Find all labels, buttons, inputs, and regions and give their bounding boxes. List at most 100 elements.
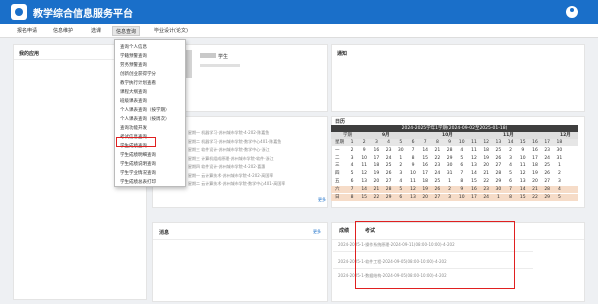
calendar-day-cell: 12 <box>471 155 477 161</box>
calendar-week-number: 11 <box>471 140 477 145</box>
calendar-day-cell: 9 <box>460 186 464 192</box>
calendar-day-cell: 24 <box>544 155 551 161</box>
calendar-day-cell: 14 <box>422 147 429 153</box>
nav-item-info-query[interactable]: 信息查询 <box>112 26 141 36</box>
calendar-day-cell: 3 <box>509 155 513 161</box>
dropdown-item[interactable]: 学生成绩总表打印 <box>120 179 156 185</box>
calendar-day-cell: 13 <box>410 194 416 200</box>
calendar-day-cell: 27 <box>544 179 551 184</box>
calendar-day-cell: 29 <box>385 194 392 200</box>
calendar-day-cell: 20 <box>422 194 429 200</box>
calendar-day-cell: 10 <box>519 155 526 161</box>
calendar-day-cell: 26 <box>544 171 551 177</box>
calendar-day-cell: 23 <box>483 186 490 192</box>
dropdown-item[interactable]: 查询功能开发 <box>120 125 147 131</box>
calendar-day-cell: 5 <box>557 194 561 200</box>
calendar-day-cell: 22 <box>434 155 441 161</box>
calendar-day-cell: 26 <box>434 186 441 192</box>
dropdown-item[interactable]: 劳务预警查询 <box>120 62 147 68</box>
calendar-row-header: 五 <box>335 179 340 184</box>
calendar-day-cell: 20 <box>532 179 538 184</box>
calendar-day-cell: 17 <box>422 171 429 177</box>
calendar-day-cell: 4 <box>399 179 403 184</box>
calendar-day-cell: 27 <box>434 194 441 200</box>
calendar-week-number: 4 <box>387 140 391 145</box>
calendar-row-header: 四 <box>335 171 340 177</box>
calendar-row-header: 星期 <box>335 140 344 145</box>
dropdown-item[interactable]: 个人课表查询（按周次） <box>120 116 170 122</box>
calendar-day-cell: 21 <box>434 147 441 153</box>
calendar-day-cell: 8 <box>509 194 513 200</box>
calendar-week-number: 1 <box>350 140 354 145</box>
nav-item-course-select[interactable]: 选课 <box>88 26 104 36</box>
calendar-day-cell: 3 <box>350 155 354 161</box>
calendar-day-cell: 8 <box>350 194 354 200</box>
calendar-day-cell: 13 <box>361 179 368 184</box>
calendar-day-cell: 31 <box>556 155 563 161</box>
calendar-day-cell: 18 <box>532 163 538 169</box>
messages-more-link[interactable]: 更多 <box>313 229 321 235</box>
calendar-day-cell: 28 <box>495 171 502 177</box>
calendar-day-cell: 19 <box>422 186 429 192</box>
calendar-day-cell: 31 <box>446 171 453 177</box>
calendar-day-cell: 18 <box>422 179 429 184</box>
calendar-day-cell: 2 <box>399 163 403 169</box>
calendar-day-cell: 18 <box>373 163 380 169</box>
calendar-day-cell: 19 <box>373 171 380 177</box>
calendar-day-cell: 15 <box>422 155 429 161</box>
dropdown-item[interactable]: 学生成绩明细查询 <box>120 152 156 158</box>
calendar-week-number: 14 <box>507 140 514 145</box>
dropdown-item[interactable]: 查询个人信息 <box>120 44 147 50</box>
calendar-day-cell: 11 <box>471 147 477 153</box>
calendar-day-cell: 10 <box>361 155 368 161</box>
student-info-line <box>200 64 240 67</box>
calendar-day-cell: 14 <box>361 186 368 192</box>
calendar-day-cell: 14 <box>471 171 477 177</box>
calendar-day-cell: 12 <box>361 171 368 177</box>
user-avatar-icon[interactable] <box>566 6 578 18</box>
calendar-week-number: 10 <box>458 140 465 145</box>
calendar-day-cell: 21 <box>373 186 380 192</box>
calendar-week-number: 5 <box>399 140 403 145</box>
calendar-day-cell: 1 <box>496 194 500 200</box>
calendar-day-cell: 12 <box>519 171 526 177</box>
dropdown-item[interactable]: 班级课表查询 <box>120 98 147 104</box>
calendar-day-cell: 18 <box>483 147 490 153</box>
calendar-day-cell: 17 <box>373 155 380 161</box>
calendar-day-cell: 2 <box>557 171 561 177</box>
calendar-day-cell: 22 <box>373 194 380 200</box>
calendar-day-cell: 27 <box>495 163 502 169</box>
calendar-day-cell: 9 <box>411 163 415 169</box>
dropdown-item[interactable]: 个人课表查询（按学期） <box>120 107 170 113</box>
nav-item-signup[interactable]: 报名申请 <box>14 26 40 36</box>
calendar-day-cell: 4 <box>350 163 354 169</box>
course-item: 星期二 云计算技术-苏州城市学院-数学中心401-高国率 <box>188 181 286 186</box>
nav-item-info-maintain[interactable]: 信息维护 <box>50 26 76 36</box>
calendar-range: 2024-2025学年1学期(2024-09-02至2025-01-18) <box>331 125 578 132</box>
dropdown-item[interactable]: 学生学业情况查询 <box>120 170 156 176</box>
dropdown-item[interactable]: 课程大纲查询 <box>120 89 147 95</box>
calendar-day-cell: 7 <box>411 147 415 153</box>
student-role: 学生 <box>218 54 229 60</box>
notice-title: 通知 <box>337 51 348 57</box>
course-more-link[interactable]: 更多 <box>318 197 326 203</box>
dropdown-item[interactable]: 教学执行计划查看 <box>120 80 156 86</box>
dropdown-item[interactable]: 学籍预警查询 <box>120 53 147 59</box>
calendar-day-cell: 29 <box>544 194 551 200</box>
nav-item-thesis[interactable]: 毕业设计(论文) <box>151 26 191 36</box>
calendar-day-cell: 30 <box>446 163 453 169</box>
course-item: 星期一 云计算技术-苏州城市学院-4-202-高国率 <box>188 172 274 178</box>
calendar-week-number: 15 <box>519 140 526 145</box>
calendar-day-cell: 16 <box>532 147 538 153</box>
course-item: 星期四 软件设计-苏州城市学院-4-202-喜惠 <box>188 164 266 169</box>
exam-menu-highlight-box <box>116 137 156 147</box>
tab-grades[interactable]: 成绩 <box>339 227 349 234</box>
calendar-week-number: 7 <box>423 140 427 145</box>
calendar-day-cell: 22 <box>483 179 490 184</box>
dropdown-item[interactable]: 创新创业获得学分 <box>120 71 156 77</box>
calendar-day-cell: 7 <box>509 186 513 192</box>
my-apps-title: 我的应用 <box>19 51 40 57</box>
calendar-day-cell: 28 <box>385 186 392 192</box>
dropdown-item[interactable]: 学生成绩说明查询 <box>120 161 156 167</box>
course-item: 星期一 机器学习-苏州城市学院-4-202-陈嘉鱼 <box>188 130 270 135</box>
